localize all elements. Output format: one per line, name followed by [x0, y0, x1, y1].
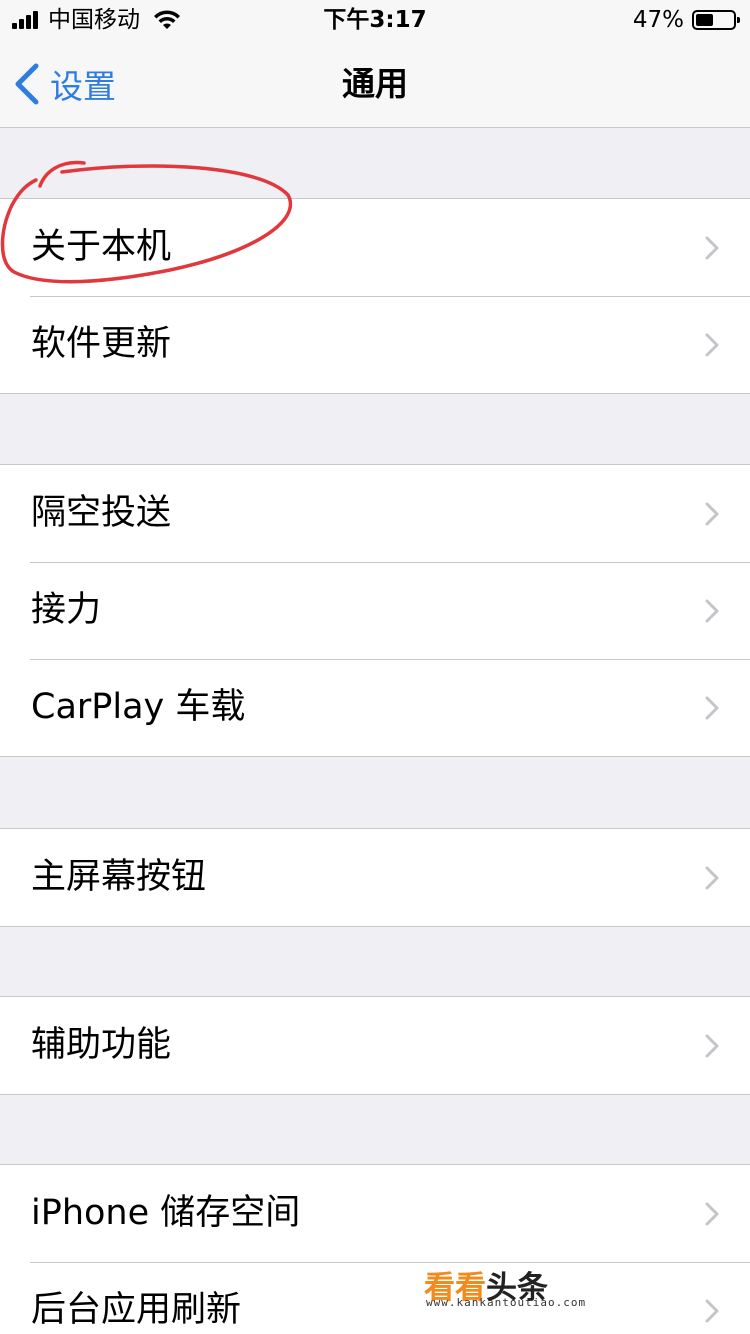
row-label: 关于本机 [31, 227, 172, 267]
row-software-update[interactable]: 软件更新 [0, 296, 750, 393]
row-label: 接力 [31, 590, 102, 630]
watermark-url: www.kankantoutiao.com [426, 1296, 587, 1309]
row-carplay[interactable]: CarPlay 车载 [0, 659, 750, 756]
row-label: CarPlay 车载 [31, 687, 246, 727]
chevron-right-icon [705, 1299, 719, 1323]
row-label: 辅助功能 [31, 1025, 172, 1065]
settings-group-4: 辅助功能 [0, 996, 750, 1095]
row-iphone-storage[interactable]: iPhone 储存空间 [0, 1165, 750, 1262]
settings-general-screen: 中国移动 下午3:17 47% 设置 通用 关于本机 软件更新 隔空投送 接力 … [0, 0, 750, 1334]
page-title: 通用 [342, 64, 408, 103]
row-label: 主屏幕按钮 [31, 857, 207, 897]
status-bar: 中国移动 下午3:17 47% [0, 0, 750, 40]
settings-group-3: 主屏幕按钮 [0, 828, 750, 927]
chevron-right-icon [705, 1202, 719, 1226]
battery-icon [692, 10, 740, 30]
chevron-right-icon [705, 1034, 719, 1058]
row-label: 后台应用刷新 [31, 1290, 242, 1330]
status-right: 47% [632, 6, 740, 34]
row-about[interactable]: 关于本机 [0, 199, 750, 296]
chevron-right-icon [705, 333, 719, 357]
chevron-right-icon [705, 236, 719, 260]
settings-group-1: 关于本机 软件更新 [0, 198, 750, 394]
settings-group-2: 隔空投送 接力 CarPlay 车载 [0, 464, 750, 757]
watermark-logo: 看看头条 www.kankantoutiao.com [424, 1262, 624, 1312]
navigation-bar: 设置 通用 [0, 40, 750, 128]
chevron-right-icon [705, 866, 719, 890]
row-label: iPhone 储存空间 [31, 1193, 301, 1233]
row-label: 隔空投送 [31, 493, 172, 533]
row-accessibility[interactable]: 辅助功能 [0, 997, 750, 1094]
battery-percent: 47% [632, 7, 684, 33]
battery-fill [696, 14, 713, 26]
chevron-right-icon [705, 696, 719, 720]
row-label: 软件更新 [31, 324, 172, 364]
row-background-refresh[interactable]: 后台应用刷新 [0, 1262, 750, 1334]
row-handoff[interactable]: 接力 [0, 562, 750, 659]
settings-group-5: iPhone 储存空间 后台应用刷新 [0, 1164, 750, 1334]
chevron-right-icon [705, 599, 719, 623]
row-home-button[interactable]: 主屏幕按钮 [0, 829, 750, 926]
row-airdrop[interactable]: 隔空投送 [0, 465, 750, 562]
chevron-right-icon [705, 502, 719, 526]
battery-nub [737, 17, 740, 23]
